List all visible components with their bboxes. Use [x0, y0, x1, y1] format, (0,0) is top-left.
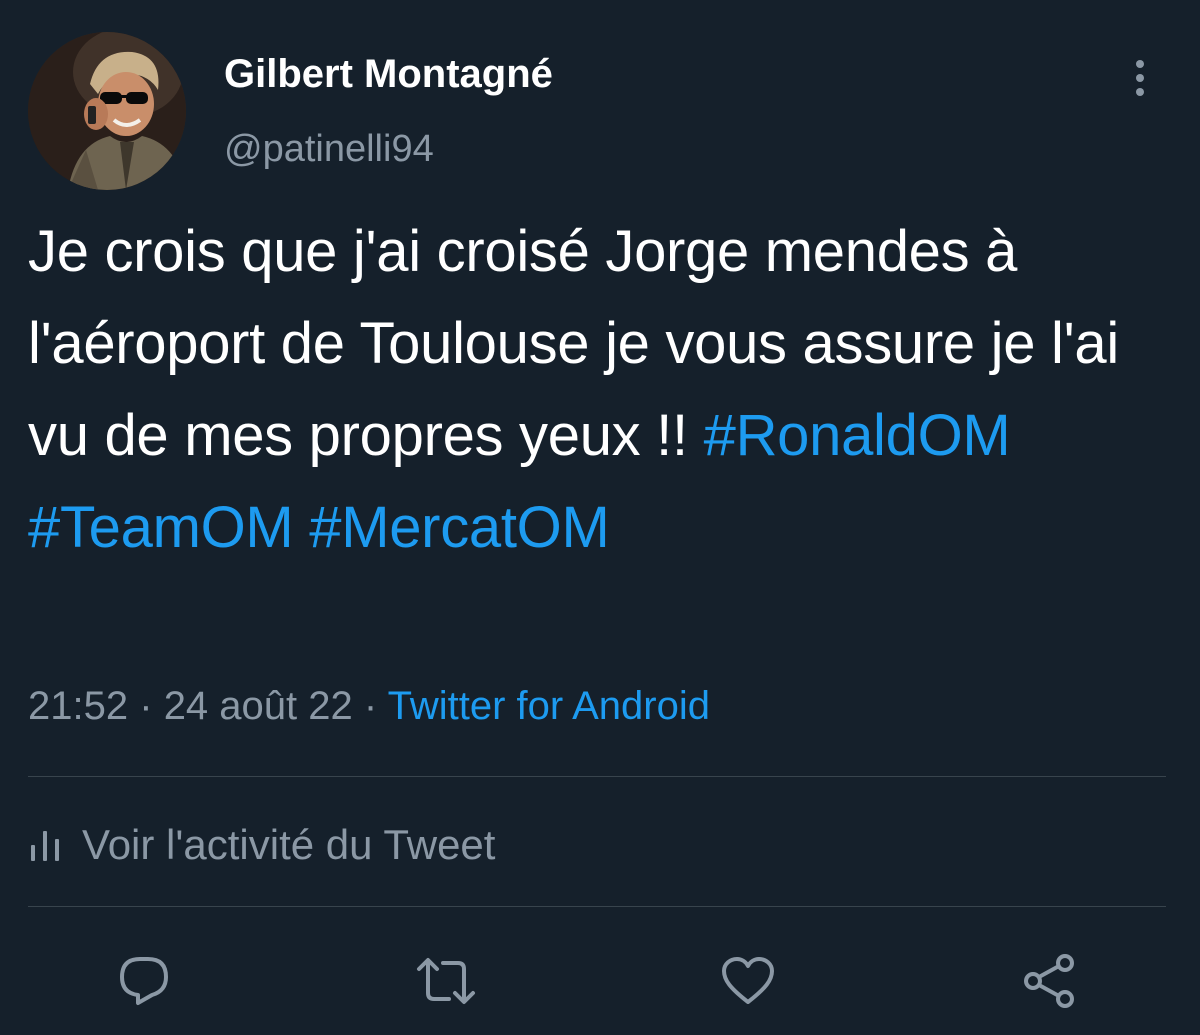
author-name[interactable]: Gilbert Montagné	[224, 52, 553, 97]
divider	[28, 776, 1166, 777]
hashtag-link[interactable]: #RonaldOM	[704, 403, 1011, 468]
like-icon	[722, 957, 774, 1004]
tweet-date[interactable]: 24 août 22	[164, 684, 353, 728]
share-button[interactable]	[1014, 946, 1084, 1016]
retweet-icon	[417, 958, 475, 1004]
retweet-button[interactable]	[411, 946, 481, 1016]
more-options-button[interactable]	[1118, 56, 1162, 100]
divider	[28, 906, 1166, 907]
tweet-source-link[interactable]: Twitter for Android	[388, 684, 710, 728]
reply-icon	[120, 957, 168, 1005]
avatar[interactable]	[28, 32, 186, 190]
tweet-activity-link[interactable]: Voir l'activité du Tweet	[28, 815, 495, 875]
analytics-icon	[28, 827, 62, 863]
more-vertical-icon	[1136, 60, 1144, 96]
tweet-meta: 21:52 · 24 août 22 · Twitter for Android	[28, 684, 710, 729]
author-handle[interactable]: @patinelli94	[224, 128, 434, 171]
like-button[interactable]	[713, 946, 783, 1016]
tweet-text: Je crois que j'ai croisé Jorge mendes à …	[28, 206, 1178, 574]
activity-label: Voir l'activité du Tweet	[82, 821, 496, 868]
hashtag-link[interactable]: #MercatOM	[309, 495, 610, 560]
meta-separator: ·	[139, 684, 153, 728]
hashtag-link[interactable]: #TeamOM	[28, 495, 294, 560]
avatar-image	[28, 32, 186, 190]
meta-separator: ·	[363, 684, 378, 728]
tweet-time[interactable]: 21:52	[28, 684, 128, 728]
reply-button[interactable]	[109, 946, 179, 1016]
share-icon	[1024, 954, 1074, 1008]
